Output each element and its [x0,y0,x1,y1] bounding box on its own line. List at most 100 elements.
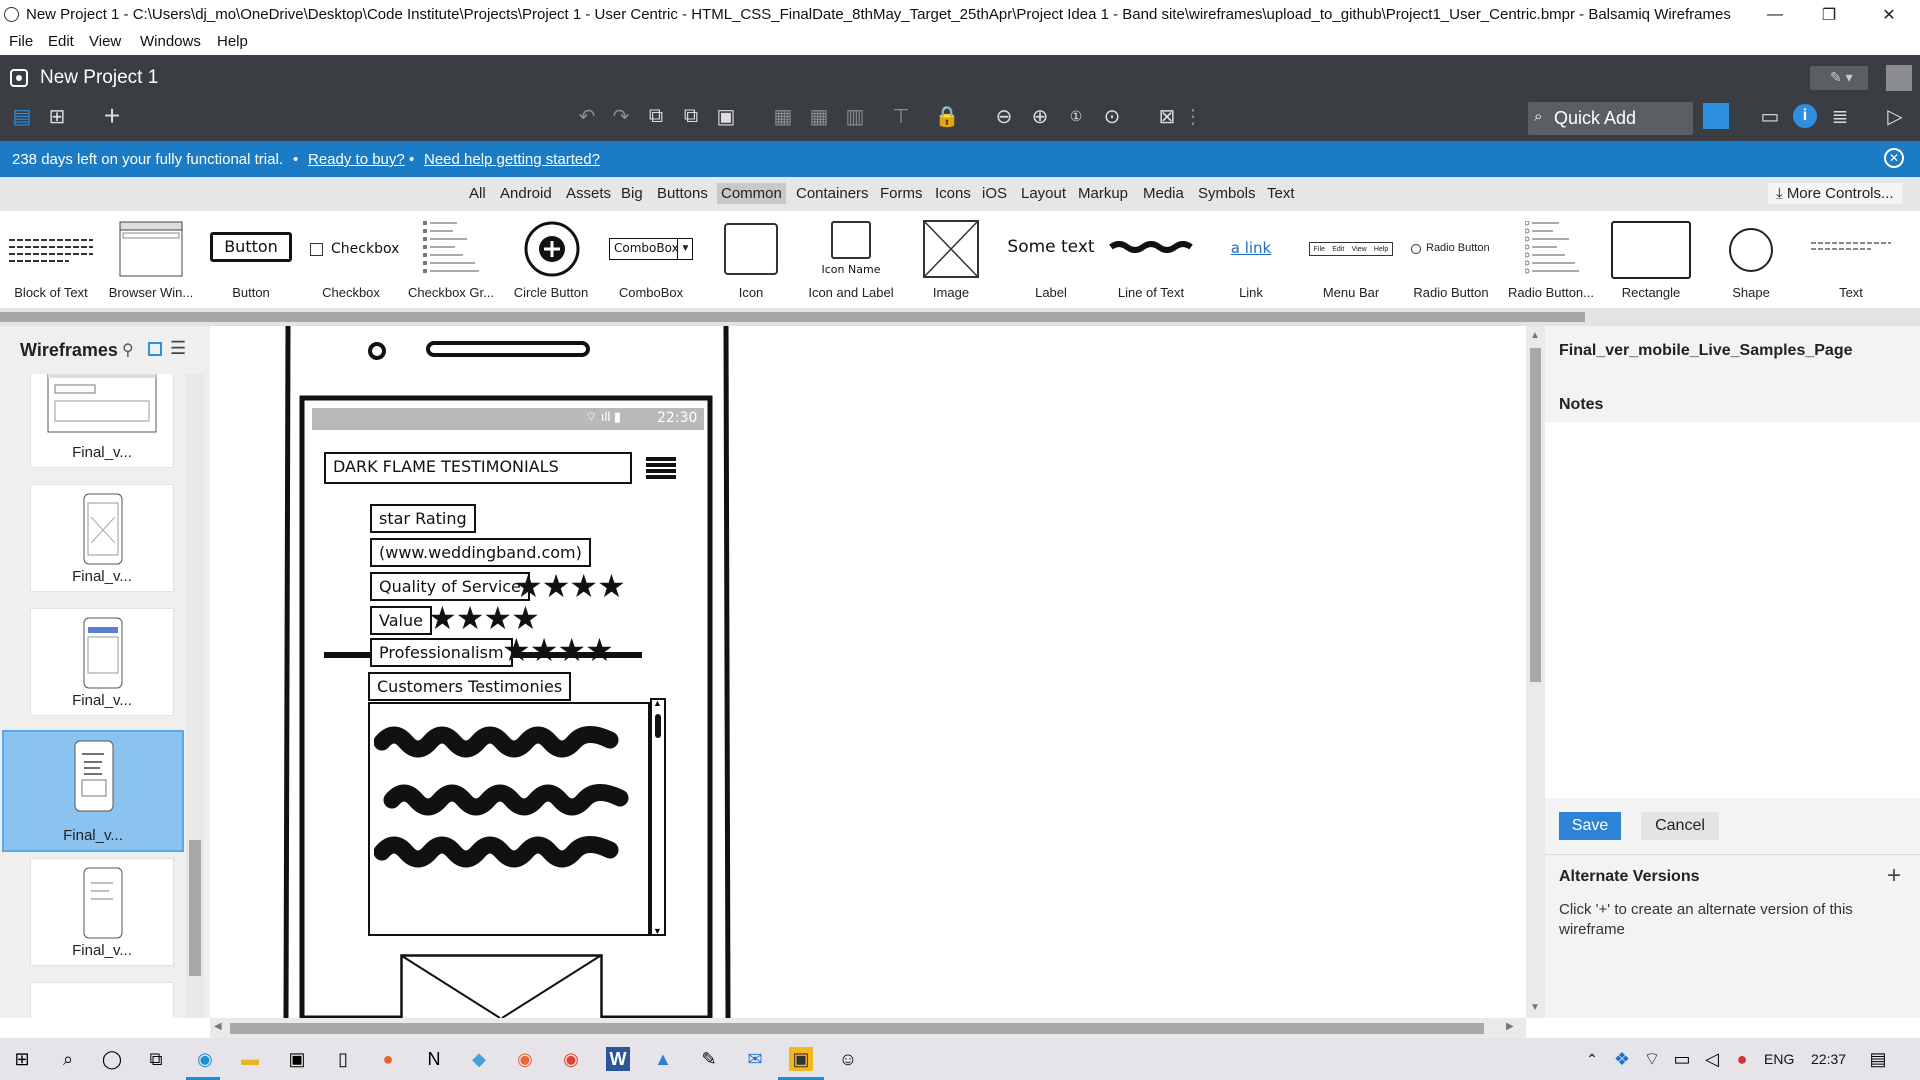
filter-icons[interactable]: Icons [931,183,975,204]
battery-icon[interactable]: ▭ [1670,1047,1694,1071]
redo-icon[interactable]: ↷ [608,103,634,129]
properties-icon[interactable]: ≣ [1827,103,1853,129]
feedback-icon[interactable]: ☺ [836,1047,860,1071]
canvas-vertical-scrollbar[interactable]: ▲ ▼ [1526,326,1545,1018]
menu-file[interactable]: File [9,33,33,50]
store-icon[interactable]: ▣ [285,1047,309,1071]
dropbox-icon[interactable]: ❖ [1610,1047,1634,1071]
lib-line-of-text[interactable]: Line of Text [1101,211,1201,308]
wireframe-thumb[interactable]: Final_v... [30,484,174,592]
list-view-icon[interactable]: ☰ [170,338,186,359]
word-icon[interactable]: W [606,1047,630,1071]
canvas-hscroll-thumb[interactable] [230,1023,1484,1034]
save-button[interactable]: Save [1559,812,1621,840]
menu-windows[interactable]: Windows [140,33,201,50]
photos-icon[interactable]: ▲ [651,1047,675,1071]
lib-block-of-text[interactable]: Block of Text [1,211,101,308]
filter-symbols[interactable]: Symbols [1194,183,1260,204]
info-icon[interactable]: i [1793,104,1817,128]
zoom-in-icon[interactable]: ⊕ [1027,103,1053,129]
scroll-up-icon[interactable]: ▲ [1530,330,1540,341]
wireframe-thumb-selected[interactable]: Final_v... [2,730,184,852]
clock[interactable]: 22:37 [1811,1051,1846,1067]
filter-all[interactable]: All [465,183,490,204]
cut-icon[interactable]: ⧉ [643,103,669,129]
restore-button[interactable]: ❐ [1806,0,1852,30]
ui-library-icon[interactable] [1703,103,1729,129]
volume-icon[interactable]: ◁ [1700,1047,1724,1071]
notes-textarea[interactable] [1545,422,1920,798]
actual-size-icon[interactable]: ① [1063,103,1089,129]
filter-ios[interactable]: iOS [978,183,1011,204]
lib-button[interactable]: Button Button [201,211,301,308]
edit-mode-dropdown[interactable]: ✎ ▾ [1810,66,1868,90]
scroll-down-icon[interactable]: ▼ [1530,1002,1540,1013]
lib-circle-button[interactable]: Circle Button [501,211,601,308]
ready-to-buy-link[interactable]: Ready to buy? [308,151,405,168]
wireframe-name[interactable]: Final_ver_mobile_Live_Samples_Page [1559,342,1852,360]
sidebar-scroll-thumb[interactable] [189,840,201,976]
file-explorer-icon[interactable]: ▬ [238,1047,262,1071]
cancel-button[interactable]: Cancel [1641,812,1719,840]
lib-label[interactable]: Some text Label [1001,211,1101,308]
group-icon[interactable]: ▦ [770,103,796,129]
canvas-horizontal-scrollbar[interactable]: ◀ ▶ [210,1018,1526,1038]
sitemap-icon[interactable]: ⚲ [122,340,134,360]
add-wireframe-icon[interactable]: + [99,100,125,131]
ungroup-icon[interactable]: ▦ [806,103,832,129]
close-window-button[interactable]: ✕ [1866,0,1912,30]
delete-icon[interactable]: ⊠ [1154,103,1180,129]
lib-image[interactable]: Image [901,211,1001,308]
user-avatar-icon[interactable] [1886,65,1912,91]
more-controls-button[interactable]: ⤓ More Controls... [1768,183,1902,204]
lib-icon[interactable]: Icon [701,211,801,308]
scroll-left-icon[interactable]: ◀ [214,1021,222,1032]
filter-layout[interactable]: Layout [1017,183,1070,204]
lib-menu-bar[interactable]: File Edit View Help Menu Bar [1301,211,1401,308]
filter-common[interactable]: Common [717,183,786,204]
copy-icon[interactable]: ⧉ [678,103,704,129]
wireframe-thumb[interactable]: Final_v... [30,608,174,716]
show-hidden-icons-icon[interactable]: ⌃ [1580,1047,1604,1071]
menu-edit[interactable]: Edit [48,33,74,50]
chrome-icon[interactable]: ◉ [559,1047,583,1071]
filter-media[interactable]: Media [1139,183,1188,204]
filter-markup[interactable]: Markup [1074,183,1132,204]
lib-rectangle[interactable]: Rectangle [1601,211,1701,308]
filter-android[interactable]: Android [496,183,556,204]
library-scroll-thumb[interactable] [0,312,1585,322]
filter-forms[interactable]: Forms [876,183,927,204]
lock-icon[interactable]: 🔒 [934,103,960,129]
notifications-icon[interactable]: ▤ [1866,1047,1890,1071]
fit-zoom-icon[interactable]: ⊙ [1099,103,1125,129]
single-view-icon[interactable]: ▤ [9,103,35,129]
zoom-out-icon[interactable]: ⊖ [991,103,1017,129]
lib-checkbox-group[interactable]: Checkbox Gr... [401,211,501,308]
notion-icon[interactable]: N [422,1047,446,1071]
add-alternate-version-icon[interactable]: + [1887,862,1901,890]
thumbnail-view-icon[interactable] [148,342,162,356]
wireframe-canvas[interactable]: ⌔ ıll ▮ 22:30 DARK FLAME TESTIMONIALS st… [210,326,1526,1018]
notepad-icon[interactable]: ▯ [331,1047,355,1071]
more-icon[interactable]: ⋮ [1180,103,1206,129]
lib-browser-window[interactable]: Browser Win... [101,211,201,308]
quick-add-input[interactable]: ⌕ Quick Add [1528,102,1693,135]
lib-checkbox[interactable]: Checkbox Checkbox [301,211,401,308]
lib-radio-button[interactable]: Radio Button Radio Button [1401,211,1501,308]
menu-help[interactable]: Help [217,33,248,50]
filter-big[interactable]: Big [617,183,647,204]
language-indicator[interactable]: ENG [1764,1051,1794,1067]
app-icon[interactable]: ◆ [467,1047,491,1071]
presentation-icon[interactable]: ▷ [1882,103,1908,129]
close-banner-icon[interactable]: ✕ [1884,148,1904,168]
lib-link[interactable]: a link Link [1201,211,1301,308]
lib-shape[interactable]: Shape [1701,211,1801,308]
antivirus-icon[interactable]: ● [1730,1047,1754,1071]
arrange-icon[interactable]: ⊤ [888,103,914,129]
filter-text[interactable]: Text [1263,183,1299,204]
firefox-icon[interactable]: ● [376,1047,400,1071]
search-icon[interactable]: ⌕ [56,1047,80,1071]
cortana-icon[interactable]: ◯ [100,1047,124,1071]
balsamiq-taskbar-icon[interactable]: ▣ [789,1047,813,1071]
menu-view[interactable]: View [89,33,121,50]
